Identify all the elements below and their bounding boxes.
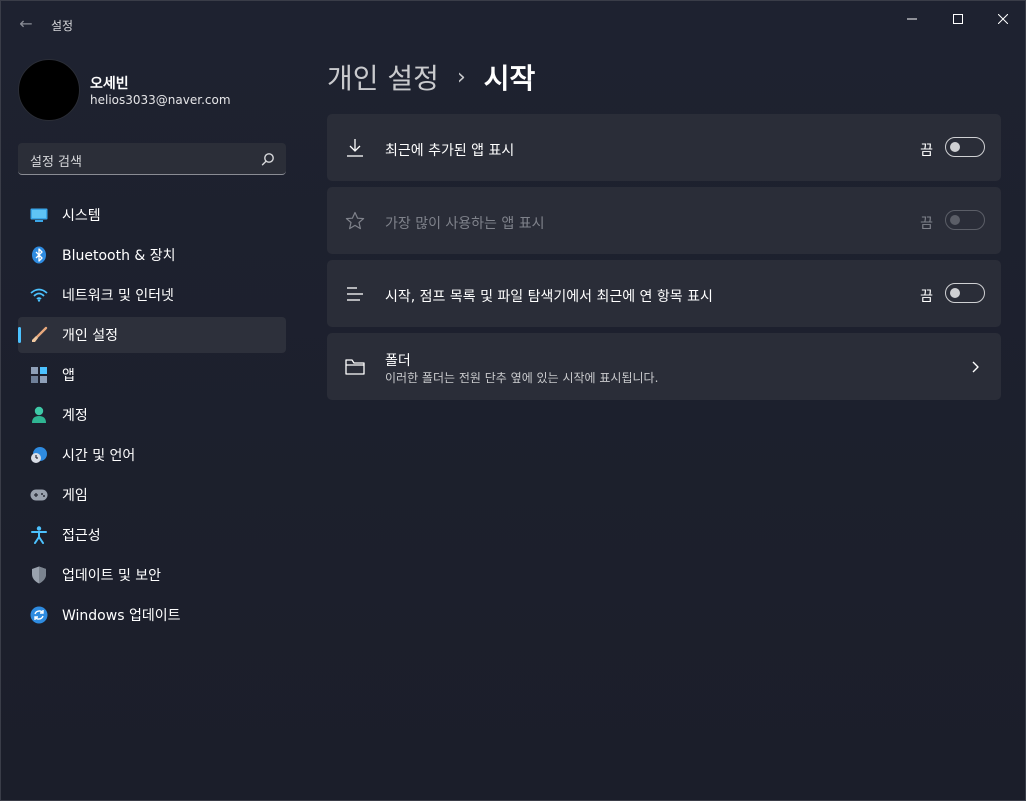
setting-title: 최근에 추가된 앱 표시	[385, 143, 515, 159]
sidebar-item-label: 앱	[62, 368, 75, 384]
sidebar-item-bluetooth[interactable]: Bluetooth & 장치	[18, 237, 286, 273]
minimize-button[interactable]	[889, 5, 935, 33]
user-name: 오세빈	[90, 76, 129, 92]
maximize-button[interactable]	[935, 5, 981, 33]
sidebar-item-label: 업데이트 및 보안	[62, 568, 162, 584]
back-button[interactable]: ←	[15, 13, 37, 35]
sidebar-item-label: 개인 설정	[62, 328, 118, 344]
settings-window: ← 설정 오세빈 helios3033@naver.com 설정 검색 시스템	[0, 0, 1026, 801]
sidebar-item-accounts[interactable]: 계정	[18, 397, 286, 433]
sidebar-item-update-security[interactable]: 업데이트 및 보안	[18, 557, 286, 593]
toggle-state-label: 끔	[920, 143, 933, 159]
breadcrumb-parent[interactable]: 개인 설정	[327, 57, 439, 97]
sidebar-item-apps[interactable]: 앱	[18, 357, 286, 393]
sidebar-item-windows-update[interactable]: Windows 업데이트	[18, 597, 286, 633]
most-used-toggle[interactable]	[945, 210, 985, 230]
sidebar-nav: 시스템 Bluetooth & 장치 네트워크 및 인터넷 개인 설정 앱 계정…	[18, 197, 286, 637]
minimize-icon	[907, 18, 917, 20]
sidebar-item-gaming[interactable]: 게임	[18, 477, 286, 513]
search-input[interactable]: 설정 검색	[18, 143, 286, 175]
recent-items-toggle[interactable]	[945, 283, 985, 303]
page-title: 시작	[483, 62, 536, 95]
sidebar-item-label: 게임	[62, 488, 88, 504]
toggle-knob	[950, 288, 960, 298]
setting-subtitle: 이러한 폴더는 전원 단추 옆에 있는 시작에 표시됩니다.	[385, 371, 659, 385]
app-title: 설정	[51, 19, 74, 33]
setting-recent-apps: 최근에 추가된 앱 표시 끔	[327, 114, 1001, 181]
close-button[interactable]	[980, 5, 1026, 33]
sidebar-item-system[interactable]: 시스템	[18, 197, 286, 233]
sidebar-item-personalization[interactable]: 개인 설정	[18, 317, 286, 353]
apps-icon	[29, 365, 49, 385]
recent-apps-toggle[interactable]	[945, 137, 985, 157]
active-indicator	[18, 327, 21, 343]
setting-most-used-apps: 가장 많이 사용하는 앱 표시 끔	[327, 187, 1001, 254]
avatar[interactable]	[18, 59, 80, 121]
sidebar-item-label: Windows 업데이트	[62, 608, 181, 624]
sidebar-item-label: Bluetooth & 장치	[62, 248, 176, 264]
wifi-icon	[29, 285, 49, 305]
setting-recent-items: 시작, 점프 목록 및 파일 탐색기에서 최근에 연 항목 표시 끔	[327, 260, 1001, 327]
toggle-state-label: 끔	[920, 289, 933, 305]
title-bar: ← 설정	[1, 1, 1025, 49]
user-email: helios3033@naver.com	[90, 93, 231, 107]
gamepad-icon	[29, 485, 49, 505]
shield-icon	[29, 565, 49, 585]
clock-globe-icon	[29, 445, 49, 465]
setting-folders[interactable]: 폴더 이러한 폴더는 전원 단추 옆에 있는 시작에 표시됩니다.	[327, 333, 1001, 400]
breadcrumb-separator: ›	[456, 64, 466, 90]
brush-icon	[29, 325, 49, 345]
toggle-knob	[950, 142, 960, 152]
sync-icon	[29, 605, 49, 625]
folder-icon	[343, 355, 367, 379]
chevron-right-icon	[972, 361, 979, 373]
sidebar-item-label: 접근성	[62, 528, 101, 544]
sidebar-item-accessibility[interactable]: 접근성	[18, 517, 286, 553]
bluetooth-icon	[29, 245, 49, 265]
download-icon	[343, 136, 367, 160]
sidebar-item-label: 네트워크 및 인터넷	[62, 288, 174, 304]
setting-title: 가장 많이 사용하는 앱 표시	[385, 216, 545, 232]
sidebar-item-network[interactable]: 네트워크 및 인터넷	[18, 277, 286, 313]
sidebar-item-label: 계정	[62, 408, 88, 424]
toggle-state-label: 끔	[920, 216, 933, 232]
accessibility-icon	[29, 525, 49, 545]
setting-title: 폴더	[385, 353, 411, 369]
back-arrow-icon: ←	[19, 14, 33, 33]
person-icon	[29, 405, 49, 425]
search-placeholder: 설정 검색	[30, 155, 82, 170]
star-icon	[343, 209, 367, 233]
sidebar-item-label: 시스템	[62, 208, 101, 224]
sidebar-item-time-language[interactable]: 시간 및 언어	[18, 437, 286, 473]
system-icon	[29, 205, 49, 225]
breadcrumb: 개인 설정 › 시작	[327, 57, 535, 97]
maximize-icon	[953, 14, 963, 24]
setting-title: 시작, 점프 목록 및 파일 탐색기에서 최근에 연 항목 표시	[385, 289, 713, 305]
sidebar-item-label: 시간 및 언어	[62, 448, 136, 464]
list-icon	[343, 282, 367, 306]
search-icon[interactable]	[260, 151, 276, 167]
toggle-knob	[950, 215, 960, 225]
close-icon	[998, 14, 1008, 24]
